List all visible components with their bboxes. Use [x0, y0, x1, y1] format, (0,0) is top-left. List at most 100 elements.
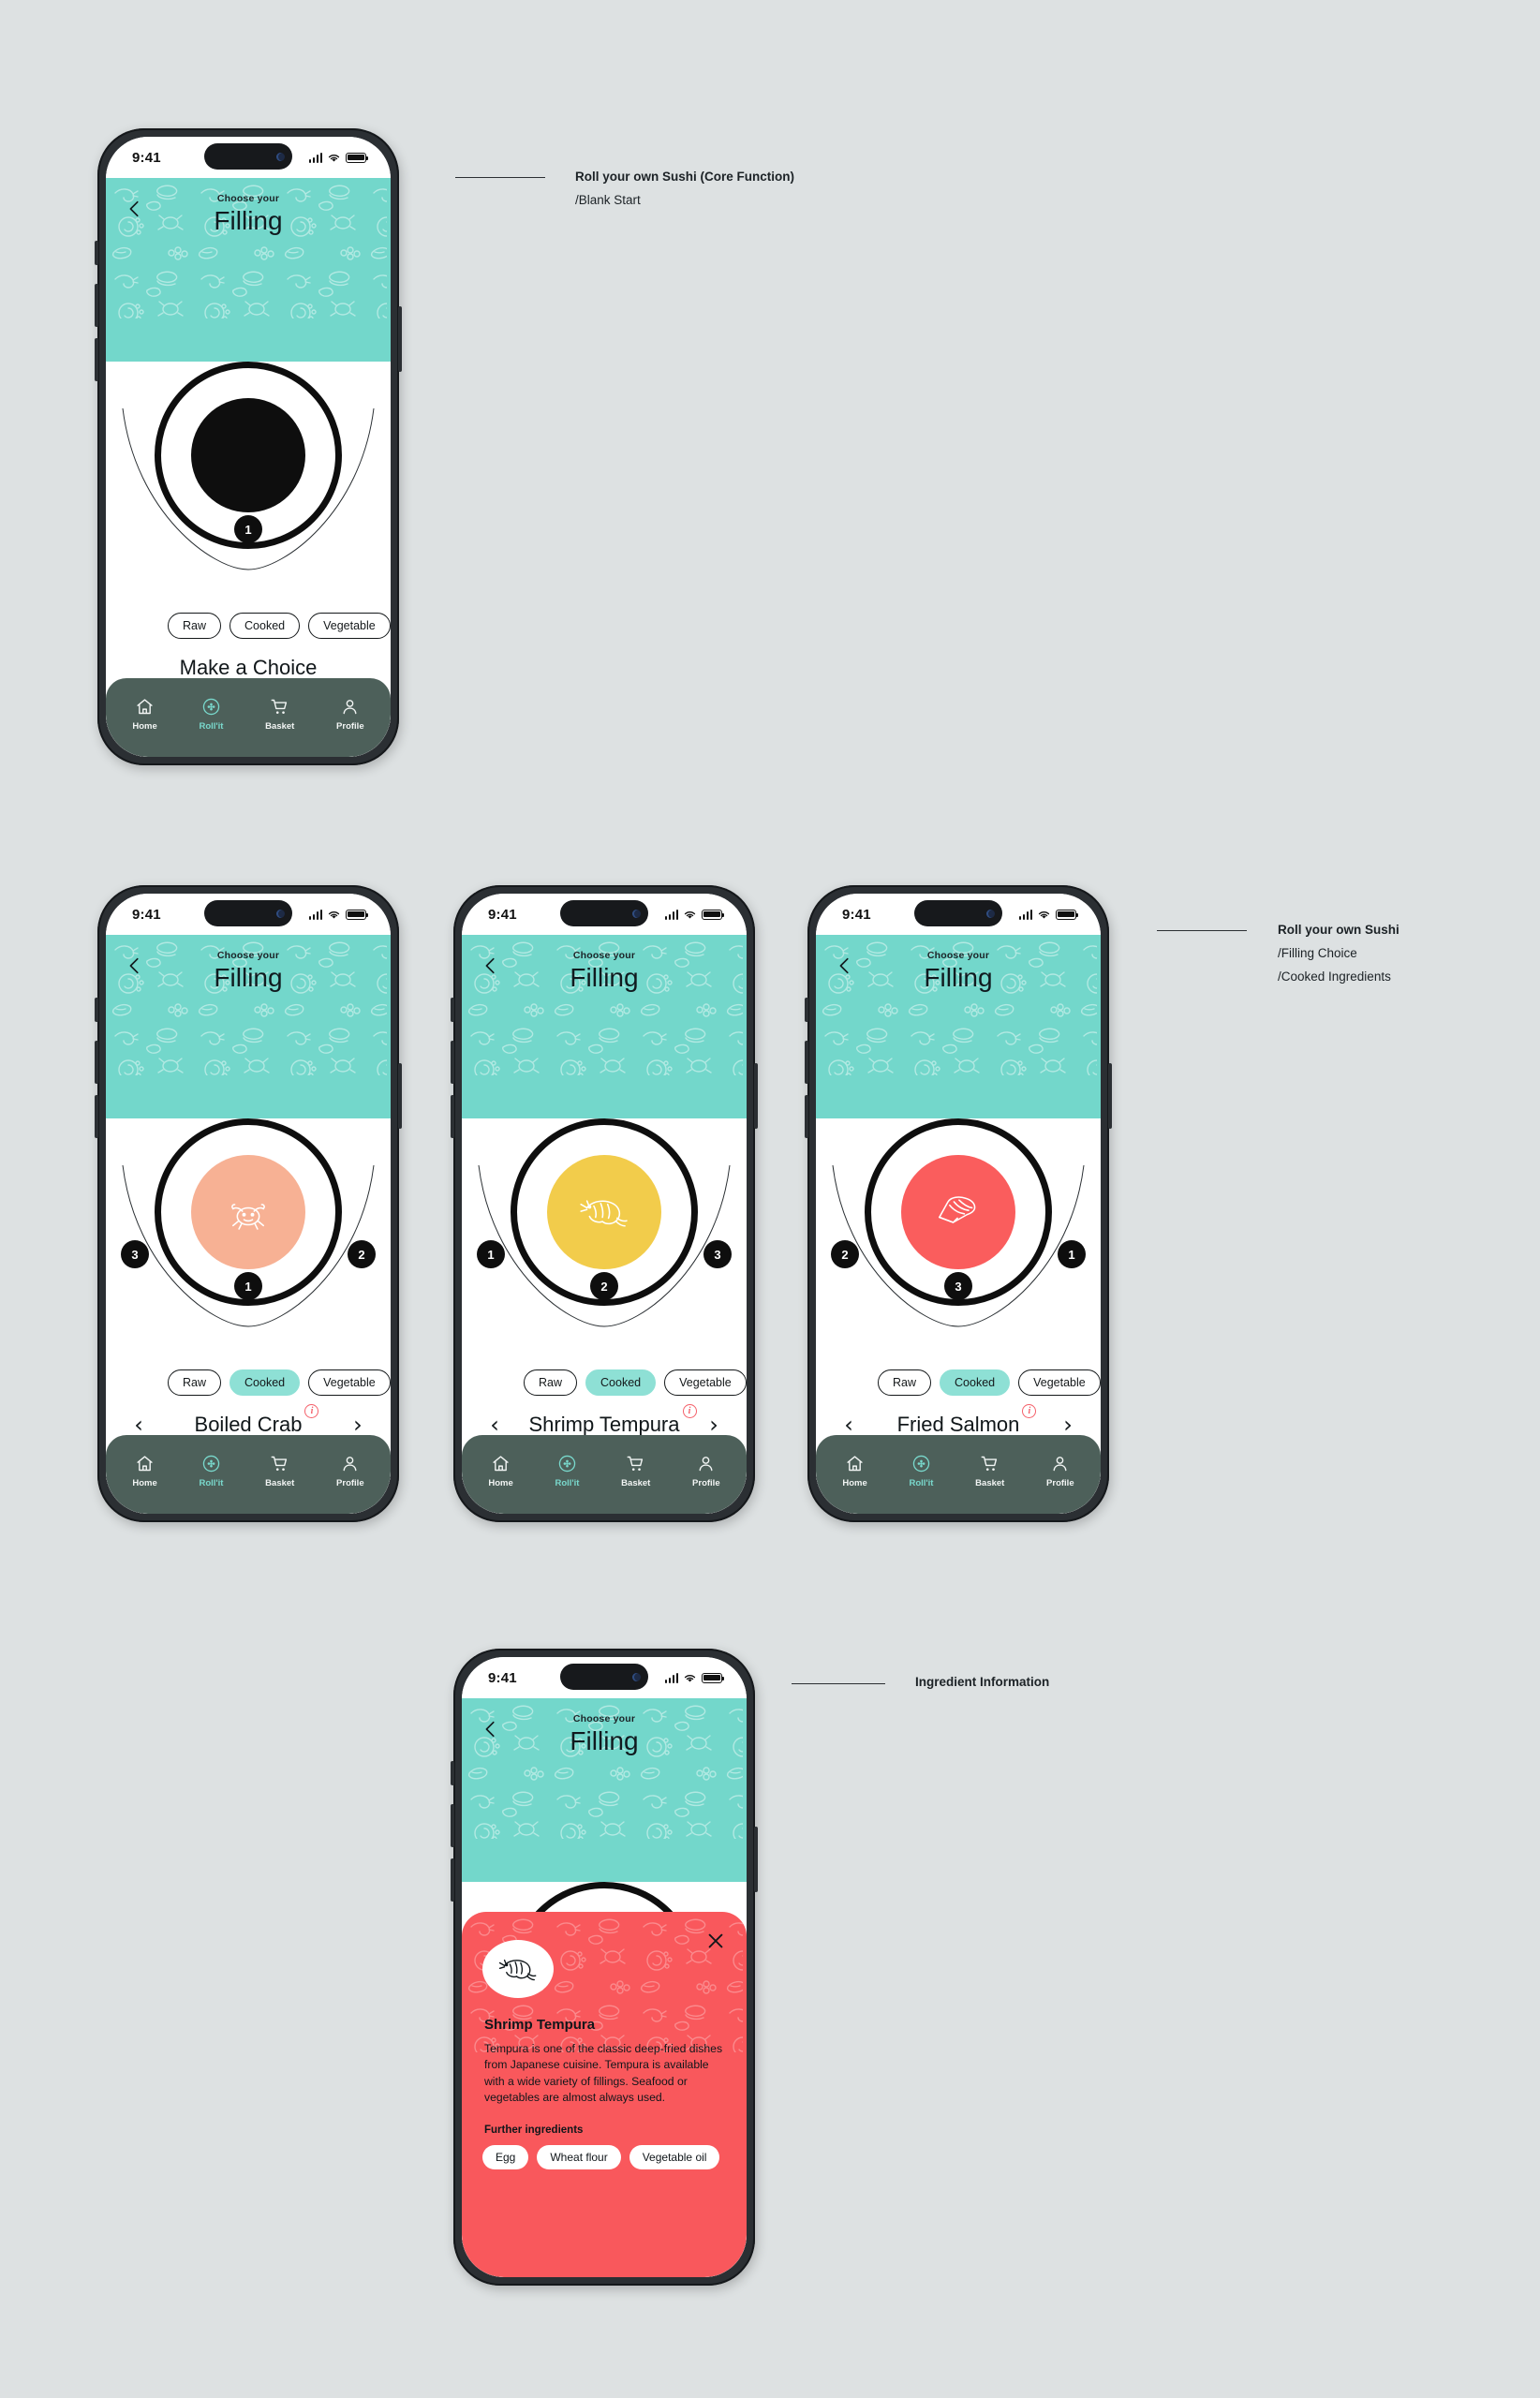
filling-name: Fried Salmon i: [896, 1404, 1037, 1437]
cellular-signal-icon: [308, 152, 322, 163]
chip-raw[interactable]: Raw: [878, 1369, 932, 1396]
filling-selector: ‹ Fried Salmon i ›: [816, 1404, 1101, 1437]
layer-dot[interactable]: 3: [703, 1240, 732, 1268]
tab-label: Basket: [265, 720, 295, 732]
filter-chip-row: Raw Cooked Vegetable: [106, 613, 391, 639]
chip-cooked[interactable]: Cooked: [585, 1369, 657, 1396]
tab-rollit[interactable]: Roll'it: [909, 1454, 933, 1488]
chip-vegetable[interactable]: Vegetable: [308, 613, 391, 639]
tab-rollit[interactable]: Roll'it: [555, 1454, 579, 1488]
info-icon[interactable]: i: [1022, 1404, 1037, 1418]
tab-home[interactable]: Home: [132, 1454, 157, 1488]
wifi-icon: [684, 910, 696, 919]
annotation-line-3: /Cooked Ingredients: [1278, 970, 1391, 984]
layer-dot[interactable]: 2: [590, 1272, 618, 1300]
ingredient-chip[interactable]: Vegetable oil: [629, 2145, 720, 2170]
prev-filling-button[interactable]: ‹: [838, 1414, 859, 1436]
profile-icon: [343, 699, 357, 714]
layer-dot[interactable]: 3: [121, 1240, 149, 1268]
tab-label: Home: [132, 1477, 157, 1488]
ingredient-description: Tempura is one of the classic deep-fried…: [484, 2042, 723, 2104]
chip-vegetable[interactable]: Vegetable: [664, 1369, 747, 1396]
tab-bar: Home Roll'it Basket Profile: [816, 1435, 1101, 1514]
profile-icon: [343, 1456, 357, 1471]
layer-dot[interactable]: 1: [234, 1272, 262, 1300]
close-icon[interactable]: [705, 1931, 726, 1951]
status-time: 9:41: [132, 149, 161, 166]
battery-icon: [346, 909, 369, 920]
phone-mockup-boiled-crab: 9:41 Choose your Filling 3 1 2 Raw Cooke…: [95, 885, 402, 1522]
tab-label: Home: [842, 1477, 867, 1488]
info-icon[interactable]: i: [682, 1404, 697, 1418]
ingredient-chip[interactable]: Wheat flour: [537, 2145, 621, 2170]
header-kicker: Choose your: [216, 950, 280, 961]
tab-bar: Home Roll'it Basket Profile: [106, 678, 391, 757]
app-screen: 9:41 Choose your Fill: [462, 1657, 747, 2277]
chip-raw[interactable]: Raw: [168, 613, 222, 639]
chip-cooked[interactable]: Cooked: [230, 1369, 301, 1396]
wifi-icon: [328, 910, 340, 919]
tab-home[interactable]: Home: [488, 1454, 513, 1488]
dynamic-island: [914, 900, 1002, 926]
chip-vegetable[interactable]: Vegetable: [1018, 1369, 1101, 1396]
shrimp-icon: [498, 1959, 537, 1981]
filling-name-text: Fried Salmon: [896, 1413, 1020, 1436]
chip-raw[interactable]: Raw: [524, 1369, 578, 1396]
annotation-line-2: /Filling Choice: [1278, 946, 1357, 960]
app-screen: 9:41 Choose your Fill: [106, 894, 391, 1514]
dynamic-island: [204, 900, 292, 926]
layer-dot[interactable]: 2: [348, 1240, 376, 1268]
chip-cooked[interactable]: Cooked: [230, 613, 301, 639]
sushi-stage: 1: [106, 362, 391, 757]
tab-rollit[interactable]: Roll'it: [199, 1454, 223, 1488]
tab-basket[interactable]: Basket: [265, 697, 294, 732]
profile-icon: [699, 1456, 713, 1471]
next-filling-button[interactable]: ›: [1058, 1414, 1078, 1436]
page-title: Filling: [570, 1726, 639, 1755]
chip-cooked[interactable]: Cooked: [940, 1369, 1011, 1396]
tab-home[interactable]: Home: [842, 1454, 867, 1488]
tab-label: Basket: [621, 1477, 651, 1488]
ingredient-chip[interactable]: Egg: [482, 2145, 529, 2170]
filling-name-text: Boiled Crab: [194, 1413, 303, 1436]
sushi-stage: 2 3 1: [816, 1118, 1101, 1514]
layer-dot[interactable]: 2: [831, 1240, 859, 1268]
tab-profile[interactable]: Profile: [336, 697, 364, 732]
status-time: 9:41: [842, 906, 871, 923]
battery-icon: [702, 909, 725, 920]
tab-basket[interactable]: Basket: [621, 1454, 650, 1488]
info-icon[interactable]: i: [304, 1404, 319, 1418]
design-board: 9:41 Choose your Filling 1 Raw Cooked Ve…: [0, 0, 1540, 2398]
tab-basket[interactable]: Basket: [975, 1454, 1004, 1488]
status-bar: 9:41: [106, 137, 391, 178]
cellular-signal-icon: [664, 909, 678, 920]
tab-basket[interactable]: Basket: [265, 1454, 294, 1488]
tab-rollit[interactable]: Roll'it: [199, 697, 223, 732]
tab-bar: Home Roll'it Basket Profile: [462, 1435, 747, 1514]
further-ingredients-list: Egg Wheat flour Vegetable oil: [482, 2145, 747, 2170]
layer-dot[interactable]: 1: [234, 515, 262, 543]
prev-filling-button[interactable]: ‹: [484, 1414, 505, 1436]
shrimp-icon: [580, 1200, 628, 1227]
layer-dot[interactable]: 1: [477, 1240, 505, 1268]
tab-profile[interactable]: Profile: [692, 1454, 720, 1488]
filling-core: [547, 1155, 661, 1269]
home-icon: [137, 698, 153, 714]
layer-dot[interactable]: 3: [944, 1272, 972, 1300]
layer-dot[interactable]: 1: [1058, 1240, 1086, 1268]
tab-label: Home: [132, 720, 157, 732]
next-filling-button[interactable]: ›: [348, 1414, 368, 1436]
tab-label: Profile: [1046, 1477, 1074, 1488]
chip-raw[interactable]: Raw: [168, 1369, 222, 1396]
tab-profile[interactable]: Profile: [336, 1454, 364, 1488]
sushi-stage: 3 1 2: [106, 1118, 391, 1514]
tab-home[interactable]: Home: [132, 697, 157, 732]
tab-profile[interactable]: Profile: [1046, 1454, 1074, 1488]
chip-vegetable[interactable]: Vegetable: [308, 1369, 391, 1396]
basket-icon: [271, 1456, 288, 1471]
prev-filling-button[interactable]: ‹: [128, 1414, 149, 1436]
annotation-line-1: Ingredient Information: [915, 1675, 1050, 1689]
tab-bar: Home Roll'it Basket Profile: [106, 1435, 391, 1514]
status-time: 9:41: [132, 906, 161, 923]
next-filling-button[interactable]: ›: [703, 1414, 724, 1436]
